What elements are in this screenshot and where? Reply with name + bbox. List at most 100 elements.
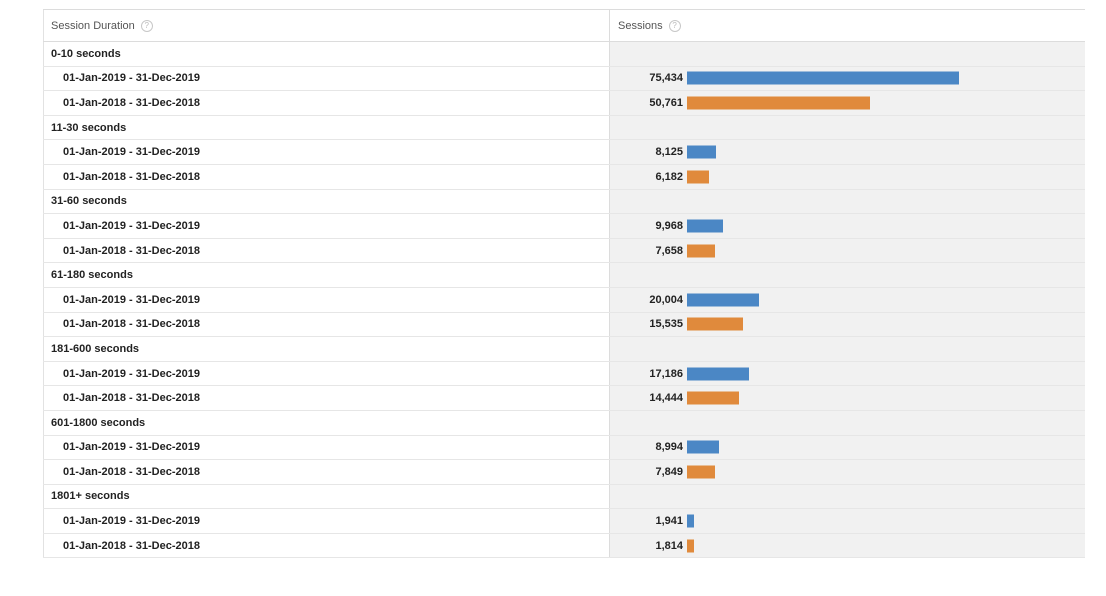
group-label: 61-180 seconds bbox=[43, 263, 610, 287]
group-sessions-cell bbox=[610, 189, 1085, 214]
sessions-bar-2018 bbox=[687, 170, 709, 184]
sessions-cell: 17,186 bbox=[610, 361, 1085, 386]
sessions-value: 50,761 bbox=[649, 96, 683, 109]
help-icon[interactable]: ? bbox=[140, 19, 153, 32]
sessions-cell: 50,761 bbox=[610, 91, 1085, 115]
group-sessions-cell bbox=[610, 115, 1085, 140]
date-range-label: 01-Jan-2019 - 31-Dec-2019 bbox=[43, 140, 610, 164]
sessions-cell: 20,004 bbox=[610, 287, 1085, 312]
sessions-bar-2019 bbox=[687, 367, 749, 381]
sessions-cell: 8,125 bbox=[610, 140, 1085, 164]
group-label: 31-60 seconds bbox=[43, 189, 610, 214]
group-row: 61-180 seconds bbox=[43, 263, 1085, 288]
date-range-label: 01-Jan-2018 - 31-Dec-2018 bbox=[43, 460, 610, 484]
sessions-value: 75,434 bbox=[649, 72, 683, 85]
sessions-cell: 75,434 bbox=[610, 66, 1085, 91]
sessions-value: 6,182 bbox=[655, 170, 683, 183]
group-sessions-cell bbox=[610, 337, 1085, 361]
date-range-label: 01-Jan-2019 - 31-Dec-2019 bbox=[43, 287, 610, 312]
sessions-value: 8,125 bbox=[655, 146, 683, 159]
table-row[interactable]: 01-Jan-2018 - 31-Dec-2018 7,658 bbox=[43, 238, 1085, 264]
sessions-column-header[interactable]: Sessions ? bbox=[610, 10, 1085, 41]
sessions-value: 1,814 bbox=[655, 539, 683, 552]
sessions-cell: 6,182 bbox=[610, 164, 1085, 189]
group-sessions-cell bbox=[610, 263, 1085, 287]
date-range-label: 01-Jan-2019 - 31-Dec-2019 bbox=[43, 66, 610, 91]
sessions-bar-2018 bbox=[687, 96, 870, 110]
table-row[interactable]: 01-Jan-2019 - 31-Dec-2019 20,004 bbox=[43, 287, 1085, 313]
date-range-label: 01-Jan-2018 - 31-Dec-2018 bbox=[43, 164, 610, 189]
sessions-value: 7,849 bbox=[655, 465, 683, 478]
table-body: 0-10 seconds 01-Jan-2019 - 31-Dec-2019 75,… bbox=[43, 42, 1085, 559]
session-duration-report: Session Duration ? Sessions ? 0-10 secon… bbox=[43, 9, 1085, 559]
group-row: 1801+ seconds bbox=[43, 484, 1085, 510]
sessions-bar-2018 bbox=[687, 244, 715, 258]
group-sessions-cell bbox=[610, 42, 1085, 66]
group-label: 1801+ seconds bbox=[43, 484, 610, 509]
table-row[interactable]: 01-Jan-2019 - 31-Dec-2019 75,434 bbox=[43, 66, 1085, 92]
table-row[interactable]: 01-Jan-2018 - 31-Dec-2018 7,849 bbox=[43, 460, 1085, 485]
table-row[interactable]: 01-Jan-2018 - 31-Dec-2018 14,444 bbox=[43, 386, 1085, 411]
table-row[interactable]: 01-Jan-2019 - 31-Dec-2019 17,186 bbox=[43, 361, 1085, 387]
sessions-bar-2018 bbox=[687, 465, 715, 479]
sessions-header-label: Sessions bbox=[618, 19, 663, 32]
sessions-bar-2019 bbox=[687, 145, 716, 159]
date-range-label: 01-Jan-2018 - 31-Dec-2018 bbox=[43, 386, 610, 410]
sessions-value: 14,444 bbox=[649, 392, 683, 405]
group-sessions-cell bbox=[610, 484, 1085, 509]
table-row[interactable]: 01-Jan-2018 - 31-Dec-2018 1,814 bbox=[43, 533, 1085, 559]
group-row: 31-60 seconds bbox=[43, 189, 1085, 215]
group-label: 181-600 seconds bbox=[43, 337, 610, 361]
group-sessions-cell bbox=[610, 410, 1085, 435]
date-range-label: 01-Jan-2019 - 31-Dec-2019 bbox=[43, 361, 610, 386]
table-row[interactable]: 01-Jan-2019 - 31-Dec-2019 8,125 bbox=[43, 140, 1085, 165]
sessions-value: 8,994 bbox=[655, 441, 683, 454]
group-row: 181-600 seconds bbox=[43, 337, 1085, 362]
table-row[interactable]: 01-Jan-2018 - 31-Dec-2018 6,182 bbox=[43, 164, 1085, 190]
date-range-label: 01-Jan-2018 - 31-Dec-2018 bbox=[43, 91, 610, 115]
session-duration-header-label: Session Duration bbox=[51, 19, 135, 32]
table-row[interactable]: 01-Jan-2018 - 31-Dec-2018 50,761 bbox=[43, 91, 1085, 116]
date-range-label: 01-Jan-2018 - 31-Dec-2018 bbox=[43, 312, 610, 337]
sessions-bar-2019 bbox=[687, 514, 694, 528]
sessions-cell: 9,968 bbox=[610, 214, 1085, 238]
sessions-bar-2019 bbox=[687, 219, 723, 233]
sessions-cell: 7,849 bbox=[610, 460, 1085, 484]
help-icon[interactable]: ? bbox=[668, 19, 681, 32]
sessions-value: 1,941 bbox=[655, 515, 683, 528]
table-row[interactable]: 01-Jan-2019 - 31-Dec-2019 8,994 bbox=[43, 435, 1085, 461]
date-range-label: 01-Jan-2018 - 31-Dec-2018 bbox=[43, 238, 610, 263]
group-label: 601-1800 seconds bbox=[43, 410, 610, 435]
sessions-cell: 1,941 bbox=[610, 509, 1085, 533]
group-row: 11-30 seconds bbox=[43, 115, 1085, 141]
table-header: Session Duration ? Sessions ? bbox=[43, 9, 1085, 42]
sessions-value: 9,968 bbox=[655, 219, 683, 232]
date-range-label: 01-Jan-2019 - 31-Dec-2019 bbox=[43, 509, 610, 533]
table-row[interactable]: 01-Jan-2019 - 31-Dec-2019 1,941 bbox=[43, 509, 1085, 534]
sessions-bar-2018 bbox=[687, 317, 743, 331]
sessions-cell: 1,814 bbox=[610, 533, 1085, 558]
group-label: 0-10 seconds bbox=[43, 42, 610, 66]
table-row[interactable]: 01-Jan-2018 - 31-Dec-2018 15,535 bbox=[43, 312, 1085, 338]
sessions-value: 20,004 bbox=[649, 293, 683, 306]
sessions-bar-2019 bbox=[687, 71, 959, 85]
sessions-bar-2018 bbox=[687, 539, 694, 553]
sessions-cell: 7,658 bbox=[610, 238, 1085, 263]
sessions-value: 15,535 bbox=[649, 318, 683, 331]
sessions-cell: 15,535 bbox=[610, 312, 1085, 337]
sessions-value: 7,658 bbox=[655, 244, 683, 257]
date-range-label: 01-Jan-2018 - 31-Dec-2018 bbox=[43, 533, 610, 558]
sessions-bar-2019 bbox=[687, 293, 759, 307]
session-duration-column-header[interactable]: Session Duration ? bbox=[43, 10, 610, 41]
sessions-value: 17,186 bbox=[649, 367, 683, 380]
table-row[interactable]: 01-Jan-2019 - 31-Dec-2019 9,968 bbox=[43, 214, 1085, 239]
group-label: 11-30 seconds bbox=[43, 115, 610, 140]
date-range-label: 01-Jan-2019 - 31-Dec-2019 bbox=[43, 435, 610, 460]
group-row: 601-1800 seconds bbox=[43, 410, 1085, 436]
date-range-label: 01-Jan-2019 - 31-Dec-2019 bbox=[43, 214, 610, 238]
sessions-bar-2019 bbox=[687, 440, 719, 454]
sessions-cell: 14,444 bbox=[610, 386, 1085, 410]
group-row: 0-10 seconds bbox=[43, 42, 1085, 67]
sessions-bar-2018 bbox=[687, 391, 739, 405]
sessions-cell: 8,994 bbox=[610, 435, 1085, 460]
